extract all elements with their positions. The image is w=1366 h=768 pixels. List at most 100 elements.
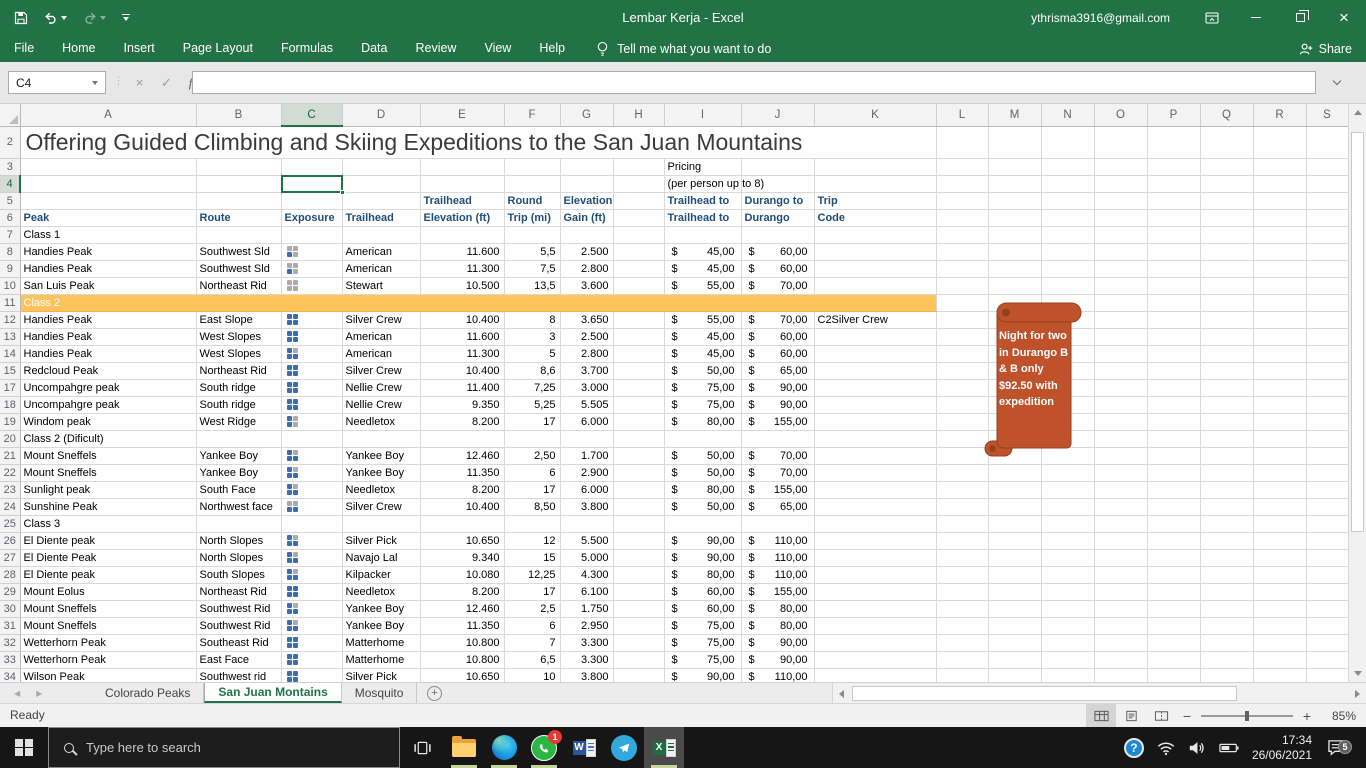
- cell-K15[interactable]: [814, 362, 936, 379]
- cell-B15[interactable]: Northeast Rid: [196, 362, 281, 379]
- cell-P13[interactable]: [1147, 328, 1200, 345]
- cell-B33[interactable]: East Face: [196, 651, 281, 668]
- cell-S27[interactable]: [1306, 549, 1348, 566]
- cell-O27[interactable]: [1094, 549, 1147, 566]
- cell-S9[interactable]: [1306, 260, 1348, 277]
- col-header-C[interactable]: C: [281, 104, 342, 126]
- cell-O29[interactable]: [1094, 583, 1147, 600]
- cell-L29[interactable]: [936, 583, 988, 600]
- help-tray-icon[interactable]: ?: [1124, 738, 1144, 758]
- cell-I13[interactable]: $45,00: [664, 328, 741, 345]
- cell-R5[interactable]: [1253, 192, 1306, 209]
- cell-H22[interactable]: [613, 464, 664, 481]
- cell-F23[interactable]: 17: [504, 481, 560, 498]
- cell-Q32[interactable]: [1200, 634, 1253, 651]
- cell-I8[interactable]: $45,00: [664, 243, 741, 260]
- close-button[interactable]: ×: [1322, 0, 1366, 35]
- cell-O30[interactable]: [1094, 600, 1147, 617]
- cell-B29[interactable]: Northeast Rid: [196, 583, 281, 600]
- sheet-tab-san-juan-montains[interactable]: San Juan Montains: [204, 683, 341, 703]
- cell-G13[interactable]: 2.500: [560, 328, 613, 345]
- cell-S12[interactable]: [1306, 311, 1348, 328]
- cell-E12[interactable]: 10.400: [420, 311, 504, 328]
- cell-D8[interactable]: American: [342, 243, 420, 260]
- cell-O8[interactable]: [1094, 243, 1147, 260]
- cell-P22[interactable]: [1147, 464, 1200, 481]
- cell-J31[interactable]: $80,00: [741, 617, 814, 634]
- cell-B19[interactable]: West Ridge: [196, 413, 281, 430]
- cell-I17[interactable]: $75,00: [664, 379, 741, 396]
- zoom-percentage[interactable]: 85%: [1318, 709, 1360, 723]
- cell-S23[interactable]: [1306, 481, 1348, 498]
- cell-S30[interactable]: [1306, 600, 1348, 617]
- cell-S2[interactable]: [1306, 126, 1348, 158]
- cell-L26[interactable]: [936, 532, 988, 549]
- row-header-28[interactable]: 28: [0, 566, 20, 583]
- cell-B28[interactable]: South Slopes: [196, 566, 281, 583]
- cell-E3[interactable]: [420, 158, 504, 175]
- cell-B26[interactable]: North Slopes: [196, 532, 281, 549]
- cell-R28[interactable]: [1253, 566, 1306, 583]
- cell-I21[interactable]: $50,00: [664, 447, 741, 464]
- cell-C28[interactable]: [281, 566, 342, 583]
- col-header-B[interactable]: B: [196, 104, 281, 126]
- cell-C7[interactable]: [281, 226, 342, 243]
- cell-M30[interactable]: [988, 600, 1041, 617]
- cell-B24[interactable]: Northwest face: [196, 498, 281, 515]
- cell-N24[interactable]: [1041, 498, 1094, 515]
- cell-H7[interactable]: [613, 226, 664, 243]
- ribbon-tab-data[interactable]: Data: [347, 35, 401, 62]
- cell-S20[interactable]: [1306, 430, 1348, 447]
- cell-L14[interactable]: [936, 345, 988, 362]
- selection-box[interactable]: [281, 175, 343, 193]
- cell-S3[interactable]: [1306, 158, 1348, 175]
- cell-M22[interactable]: [988, 464, 1041, 481]
- cell-E20[interactable]: [420, 430, 504, 447]
- cell-L11[interactable]: [936, 294, 988, 311]
- cell-E26[interactable]: 10.650: [420, 532, 504, 549]
- cell-K21[interactable]: [814, 447, 936, 464]
- cell-O13[interactable]: [1094, 328, 1147, 345]
- cell-F21[interactable]: 2,50: [504, 447, 560, 464]
- row-header-22[interactable]: 22: [0, 464, 20, 481]
- cell-D33[interactable]: Matterhome: [342, 651, 420, 668]
- cell-D25[interactable]: [342, 515, 420, 532]
- cell-P25[interactable]: [1147, 515, 1200, 532]
- cell-K17[interactable]: [814, 379, 936, 396]
- cell-M9[interactable]: [988, 260, 1041, 277]
- cell-J3[interactable]: [741, 158, 814, 175]
- cell-R33[interactable]: [1253, 651, 1306, 668]
- cell-J25[interactable]: [741, 515, 814, 532]
- cell-F20[interactable]: [504, 430, 560, 447]
- cell-P31[interactable]: [1147, 617, 1200, 634]
- cell-F30[interactable]: 2,5: [504, 600, 560, 617]
- cell-R2[interactable]: [1253, 126, 1306, 158]
- cell-H17[interactable]: [613, 379, 664, 396]
- cell-I10[interactable]: $55,00: [664, 277, 741, 294]
- cell-D34[interactable]: Silver Pick: [342, 668, 420, 682]
- cell-G33[interactable]: 3.300: [560, 651, 613, 668]
- cell-S14[interactable]: [1306, 345, 1348, 362]
- cell-K18[interactable]: [814, 396, 936, 413]
- cell-L3[interactable]: [936, 158, 988, 175]
- row-header-27[interactable]: 27: [0, 549, 20, 566]
- col-header-L[interactable]: L: [936, 104, 988, 126]
- cell-J24[interactable]: $65,00: [741, 498, 814, 515]
- cell-N23[interactable]: [1041, 481, 1094, 498]
- row-header-31[interactable]: 31: [0, 617, 20, 634]
- cell-J34[interactable]: $110,00: [741, 668, 814, 682]
- cell-I30[interactable]: $60,00: [664, 600, 741, 617]
- cell-B23[interactable]: South Face: [196, 481, 281, 498]
- cell-B27[interactable]: North Slopes: [196, 549, 281, 566]
- cell-N22[interactable]: [1041, 464, 1094, 481]
- col-header-H[interactable]: H: [613, 104, 664, 126]
- cell-R29[interactable]: [1253, 583, 1306, 600]
- cell-I28[interactable]: $80,00: [664, 566, 741, 583]
- cell-A25[interactable]: Class 3: [20, 515, 196, 532]
- cell-Q31[interactable]: [1200, 617, 1253, 634]
- cell-R19[interactable]: [1253, 413, 1306, 430]
- cell-E6[interactable]: Elevation (ft): [420, 209, 504, 226]
- cell-O24[interactable]: [1094, 498, 1147, 515]
- cell-O10[interactable]: [1094, 277, 1147, 294]
- row-header-21[interactable]: 21: [0, 447, 20, 464]
